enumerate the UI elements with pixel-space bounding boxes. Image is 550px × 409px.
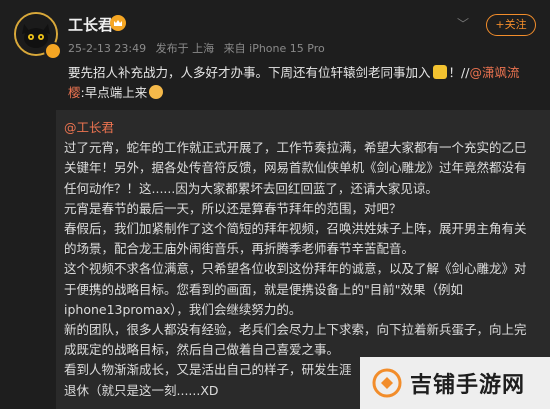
post-meta: 25-2-13 23:49 发布于 上海 来自 iPhone 15 Pro <box>68 40 331 56</box>
repost-paragraph: 新的团队，很多人都没有经验，老兵们会尽力上下求索，向下拉着新兵蛋子，向上完成既定… <box>64 322 527 358</box>
repost-username[interactable]: @工长君 <box>64 120 114 135</box>
post-location: 发布于 上海 <box>155 42 215 55</box>
verified-badge-icon <box>44 42 62 60</box>
post-device: 来自 iPhone 15 Pro <box>223 42 325 55</box>
repost-paragraph: 春假后，我们加紧制作了这个简短的拜年视频，召唤洪姓妹子上阵，展开男主角有关的场景… <box>64 221 527 257</box>
cat-emoji-icon <box>149 85 164 99</box>
repost-paragraph: 这个视频不求各位满意，只希望各位收到这份拜年的诚意，以及了解《剑心雕龙》对于便携… <box>64 261 527 317</box>
repost-paragraph: 过了元宵，蛇年的工作就正式开展了，工作节奏拉满，希望大家都有一个充实的乙巳关键年… <box>64 140 527 196</box>
post-text-part1: 要先招人补充战力，人多好才办事。下周还有位轩辕剑老同事加入 <box>68 65 431 80</box>
watermark-text: 吉铺手游网 <box>410 373 526 398</box>
follow-button[interactable]: +关注 <box>486 14 536 36</box>
chevron-down-icon[interactable]: ﹀ <box>454 15 472 33</box>
post-body: 要先招人补充战力，人多好才办事。下周还有位轩辕剑老同事加入 ！//@潇飒流樱:早点… <box>68 63 536 103</box>
post-timestamp: 25-2-13 23:49 <box>68 42 147 55</box>
beer-emoji-icon <box>432 65 447 79</box>
post-text-part2: ！// <box>448 65 470 80</box>
repost-paragraph: 元宵是春节的最后一天，所以还是算春节拜年的范围，对吧？ <box>64 200 402 216</box>
site-watermark: 吉铺手游网 <box>360 357 550 409</box>
member-crown-icon <box>110 15 126 31</box>
watermark-logo-icon <box>372 368 402 398</box>
post-username[interactable]: 工长君 <box>68 14 113 35</box>
post-text-part3: :早点端上来 <box>80 85 148 100</box>
